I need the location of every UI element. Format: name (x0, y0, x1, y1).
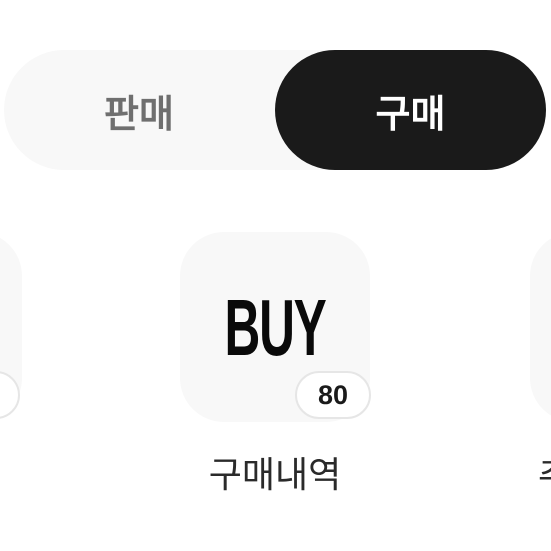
purchase-history-label: 구매내역 (208, 455, 342, 496)
menu-card-next[interactable] (530, 232, 551, 422)
next-card-label: 추 (538, 446, 551, 498)
buy-icon: BUY (224, 283, 326, 372)
page: 판매 구매 BUY 80 구매내역 추 (0, 0, 551, 551)
trade-type-toggle: 판매 구매 (4, 50, 546, 170)
tab-sell-label: 판매 (104, 91, 174, 136)
tab-buy[interactable]: 구매 (275, 50, 546, 170)
purchase-count-badge: 80 (295, 371, 371, 419)
tab-sell[interactable]: 판매 (4, 50, 274, 170)
tab-buy-label: 구매 (375, 91, 446, 136)
